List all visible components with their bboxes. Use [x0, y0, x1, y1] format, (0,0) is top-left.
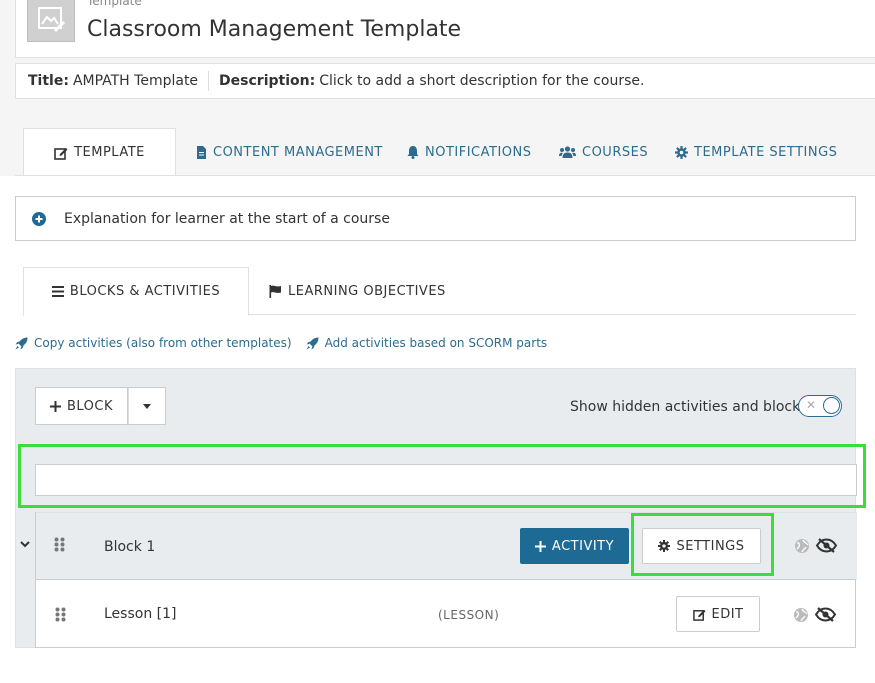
page: Template Classroom Management Template T…	[0, 0, 875, 683]
highlight-box	[18, 444, 866, 508]
toggle-knob	[823, 397, 840, 414]
description-label: Description:	[219, 73, 316, 89]
globe-icon[interactable]	[793, 607, 809, 623]
add-activity-label: ACTIVITY	[551, 538, 615, 554]
plus-icon	[534, 540, 546, 552]
edit-lesson-button[interactable]: EDIT	[676, 596, 760, 632]
block-title[interactable]: Block 1	[104, 539, 155, 555]
description-value[interactable]: Click to add a short description for the…	[319, 73, 644, 89]
users-icon	[559, 146, 576, 158]
tab-label: NOTIFICATIONS	[425, 144, 532, 160]
tab-label: COURSES	[582, 144, 649, 160]
main-tabs: TEMPLATE CONTENT MANAGEMENT NOTIFICATION…	[0, 128, 875, 176]
copy-activities-link[interactable]: Copy activities (also from other templat…	[15, 336, 292, 350]
toggle-label: Show hidden activities and blocks	[570, 399, 808, 415]
sub-tabs: BLOCKS & ACTIVITIES LEARNING OBJECTIVES	[23, 267, 856, 316]
divider	[208, 71, 210, 91]
rocket-icon	[306, 337, 319, 349]
tab-content-management[interactable]: CONTENT MANAGEMENT	[196, 128, 383, 176]
template-header: Template Classroom Management Template	[15, 0, 875, 58]
title-value[interactable]: AMPATH Template	[73, 73, 198, 89]
add-block-label: BLOCK	[66, 398, 114, 414]
learner-explanation-box[interactable]: Explanation for learner at the start of …	[15, 196, 856, 241]
tab-label: TEMPLATE SETTINGS	[694, 144, 838, 160]
template-content: Explanation for learner at the start of …	[0, 176, 875, 683]
chevron-down-icon[interactable]	[20, 541, 30, 548]
title-label: Title:	[28, 73, 69, 89]
tab-notifications[interactable]: NOTIFICATIONS	[407, 128, 532, 176]
tab-blocks-activities[interactable]: BLOCKS & ACTIVITIES	[23, 267, 249, 316]
scorm-activities-label: Add activities based on SCORM parts	[324, 336, 548, 350]
lesson-title[interactable]: Lesson [1]	[104, 606, 176, 622]
list-icon	[51, 286, 64, 297]
show-hidden-toggle[interactable]: ✕	[798, 395, 842, 417]
lesson-type: (LESSON)	[438, 608, 500, 622]
header-supertitle: Template	[87, 0, 142, 8]
edit-icon	[692, 609, 706, 621]
scorm-activities-link[interactable]: Add activities based on SCORM parts	[306, 336, 548, 350]
rocket-icon	[15, 337, 28, 349]
lesson-row: Lesson [1] (LESSON) EDIT	[35, 579, 856, 648]
activity-links: Copy activities (also from other templat…	[15, 336, 547, 350]
tab-courses[interactable]: COURSES	[559, 128, 648, 176]
eye-slash-icon[interactable]	[815, 607, 836, 622]
drag-handle-icon[interactable]	[54, 537, 65, 552]
template-thumbnail[interactable]	[27, 0, 75, 42]
caret-down-icon	[143, 403, 151, 409]
flag-icon	[269, 284, 281, 298]
tab-label: CONTENT MANAGEMENT	[213, 144, 383, 160]
plus-icon	[49, 400, 61, 412]
tab-template-settings[interactable]: TEMPLATE SETTINGS	[675, 128, 837, 176]
plus-circle-icon	[32, 211, 46, 226]
eye-slash-icon[interactable]	[816, 538, 837, 553]
subtab-label: BLOCKS & ACTIVITIES	[69, 284, 221, 299]
tab-learning-objectives[interactable]: LEARNING OBJECTIVES	[269, 267, 446, 315]
add-activity-button[interactable]: ACTIVITY	[520, 528, 629, 564]
gear-icon	[675, 145, 688, 159]
close-icon: ✕	[806, 398, 817, 412]
tab-label: TEMPLATE	[74, 145, 145, 160]
globe-icon[interactable]	[794, 538, 810, 554]
page-title: Classroom Management Template	[87, 17, 462, 42]
image-edit-icon	[38, 7, 65, 32]
drag-handle-icon[interactable]	[55, 607, 66, 622]
edit-icon	[54, 147, 68, 160]
file-icon	[197, 145, 206, 159]
tab-template[interactable]: TEMPLATE	[23, 128, 176, 176]
course-info-bar: Title: AMPATH Template Description: Clic…	[15, 63, 875, 99]
bell-icon	[407, 145, 419, 159]
copy-activities-label: Copy activities (also from other templat…	[34, 336, 292, 350]
block-dropdown-button[interactable]	[128, 387, 166, 425]
add-block-button[interactable]: BLOCK	[35, 387, 128, 425]
explanation-text: Explanation for learner at the start of …	[64, 210, 390, 227]
subtab-label: LEARNING OBJECTIVES	[288, 283, 446, 299]
edit-label: EDIT	[711, 606, 744, 622]
highlight-box	[631, 513, 774, 576]
